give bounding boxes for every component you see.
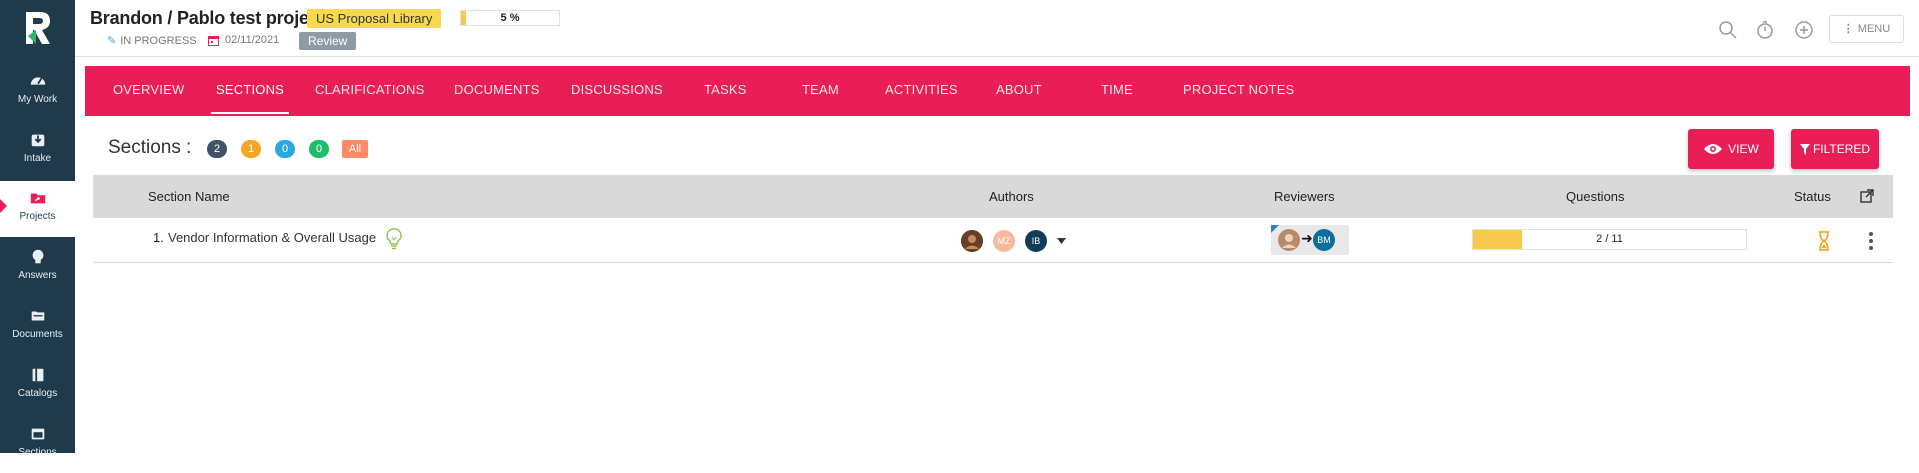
header-authors: Authors [989,189,1034,204]
tab-tasks[interactable]: TASKS [704,66,747,116]
menu-label: MENU [1857,23,1891,35]
count-badge-dark[interactable]: 2 [207,140,227,158]
library-badge[interactable]: US Proposal Library [307,9,442,28]
sidebar-item-label: Intake [23,153,52,164]
arrow-right-icon: ➜ [1301,230,1313,246]
section-name[interactable]: Vendor Information & Overall Usage [168,230,376,245]
search-icon[interactable] [1718,20,1738,40]
count-badge-orange[interactable]: 1 [241,140,261,158]
filtered-button[interactable]: FILTERED [1791,129,1879,169]
sidebar-item-intake[interactable]: Intake [0,123,75,179]
catalog-icon [32,368,43,382]
review-badge[interactable]: Review [299,32,357,50]
calendar-icon [208,35,219,46]
author-avatar[interactable] [961,230,983,252]
due-date[interactable]: 02/11/2021 [208,34,279,46]
logo-icon[interactable] [22,10,54,46]
reviewer-avatar: BM [1313,229,1335,251]
kebab-menu-icon[interactable] [1868,231,1874,251]
sidebar-item-answers[interactable]: Answers [0,240,75,296]
questions-progress-text: 2 / 11 [1596,233,1623,245]
header-questions[interactable]: Questions [1566,175,1625,218]
status-text: IN PROGRESS [120,34,197,47]
tab-documents[interactable]: DOCUMENTS [454,66,540,116]
sidebar-item-catalogs[interactable]: Catalogs [0,358,75,414]
chevron-down-icon[interactable] [1057,238,1066,244]
timer-icon[interactable] [1755,20,1775,40]
folder-icon [30,193,45,204]
sidebar: My Work Intake Projects Answers Document… [0,0,75,458]
tab-discussions[interactable]: DISCUSSIONS [571,66,663,116]
project-title: Brandon / Pablo test project [90,8,325,28]
user-photo-icon [961,230,983,252]
lightbulb-icon[interactable] [386,228,402,250]
sidebar-item-label: Answers [18,270,57,281]
sidebar-item-my-work[interactable]: My Work [0,64,75,120]
sections-icon [31,428,44,440]
kebab-icon: ⋮ [1842,23,1854,35]
header-section-name[interactable]: Section Name [148,175,230,218]
view-label: VIEW [1728,142,1759,156]
tab-project-notes[interactable]: PROJECT NOTES [1183,66,1294,116]
sidebar-item-label: Documents [12,329,63,340]
pencil-icon: ✎ [107,35,117,47]
count-badge-blue[interactable]: 0 [275,140,295,158]
hourglass-icon[interactable] [1817,231,1831,251]
gauge-icon [30,77,45,85]
project-status[interactable]: ✎ IN PROGRESS [107,34,197,48]
tab-clarifications[interactable]: CLARIFICATIONS [315,66,424,116]
author-avatar[interactable]: IB [1025,230,1047,252]
sidebar-item-sections[interactable]: Sections [0,417,75,473]
tab-time[interactable]: TIME [1101,66,1133,116]
lightbulb-icon [32,249,43,264]
table-header: Section Name Authors Reviewers Questions… [93,175,1893,218]
external-link-icon[interactable] [1860,189,1874,203]
tab-about[interactable]: ABOUT [996,66,1042,116]
menu-button[interactable]: ⋮ MENU [1829,15,1904,43]
questions-progress[interactable]: 2 / 11 [1472,229,1747,250]
tab-activities[interactable]: ACTIVITIES [885,66,958,116]
tab-overview[interactable]: OVERVIEW [113,66,184,116]
folders-icon [31,311,44,321]
reviewer-chain[interactable]: ➜ BM [1271,225,1349,255]
view-button[interactable]: VIEW [1688,129,1774,169]
project-header: Brandon / Pablo test project US Proposal… [75,0,1919,57]
header-status[interactable]: Status [1794,175,1831,218]
sections-title: Sections : [108,137,192,158]
table-row[interactable]: 1. Vendor Information & Overall Usage MZ… [93,218,1893,263]
filter-icon [1799,143,1810,155]
date-text: 02/11/2021 [225,34,280,46]
sidebar-item-label: Catalogs [17,388,58,399]
inbox-icon [31,134,44,147]
tab-sections[interactable]: SECTIONS [211,66,289,114]
count-badge-all[interactable]: All [342,140,368,158]
progress-text: 5 % [500,12,520,24]
row-number: 1. [153,230,164,245]
sidebar-item-label: Projects [19,211,56,222]
sidebar-item-projects[interactable]: Projects [0,181,75,237]
project-progress: 5 % [460,10,560,26]
tab-team[interactable]: TEAM [802,66,839,116]
header-reviewers: Reviewers [1274,189,1335,204]
add-icon[interactable] [1794,20,1814,40]
reviewer-avatar [1278,229,1300,251]
eye-icon [1704,144,1723,154]
count-badge-green[interactable]: 0 [309,140,329,158]
author-avatar[interactable]: MZ [993,230,1015,252]
filtered-label: FILTERED [1812,142,1871,156]
project-tabs: OVERVIEW SECTIONS CLARIFICATIONS DOCUMEN… [85,66,1910,116]
sidebar-item-documents[interactable]: Documents [0,299,75,355]
sidebar-item-label: My Work [17,94,58,105]
